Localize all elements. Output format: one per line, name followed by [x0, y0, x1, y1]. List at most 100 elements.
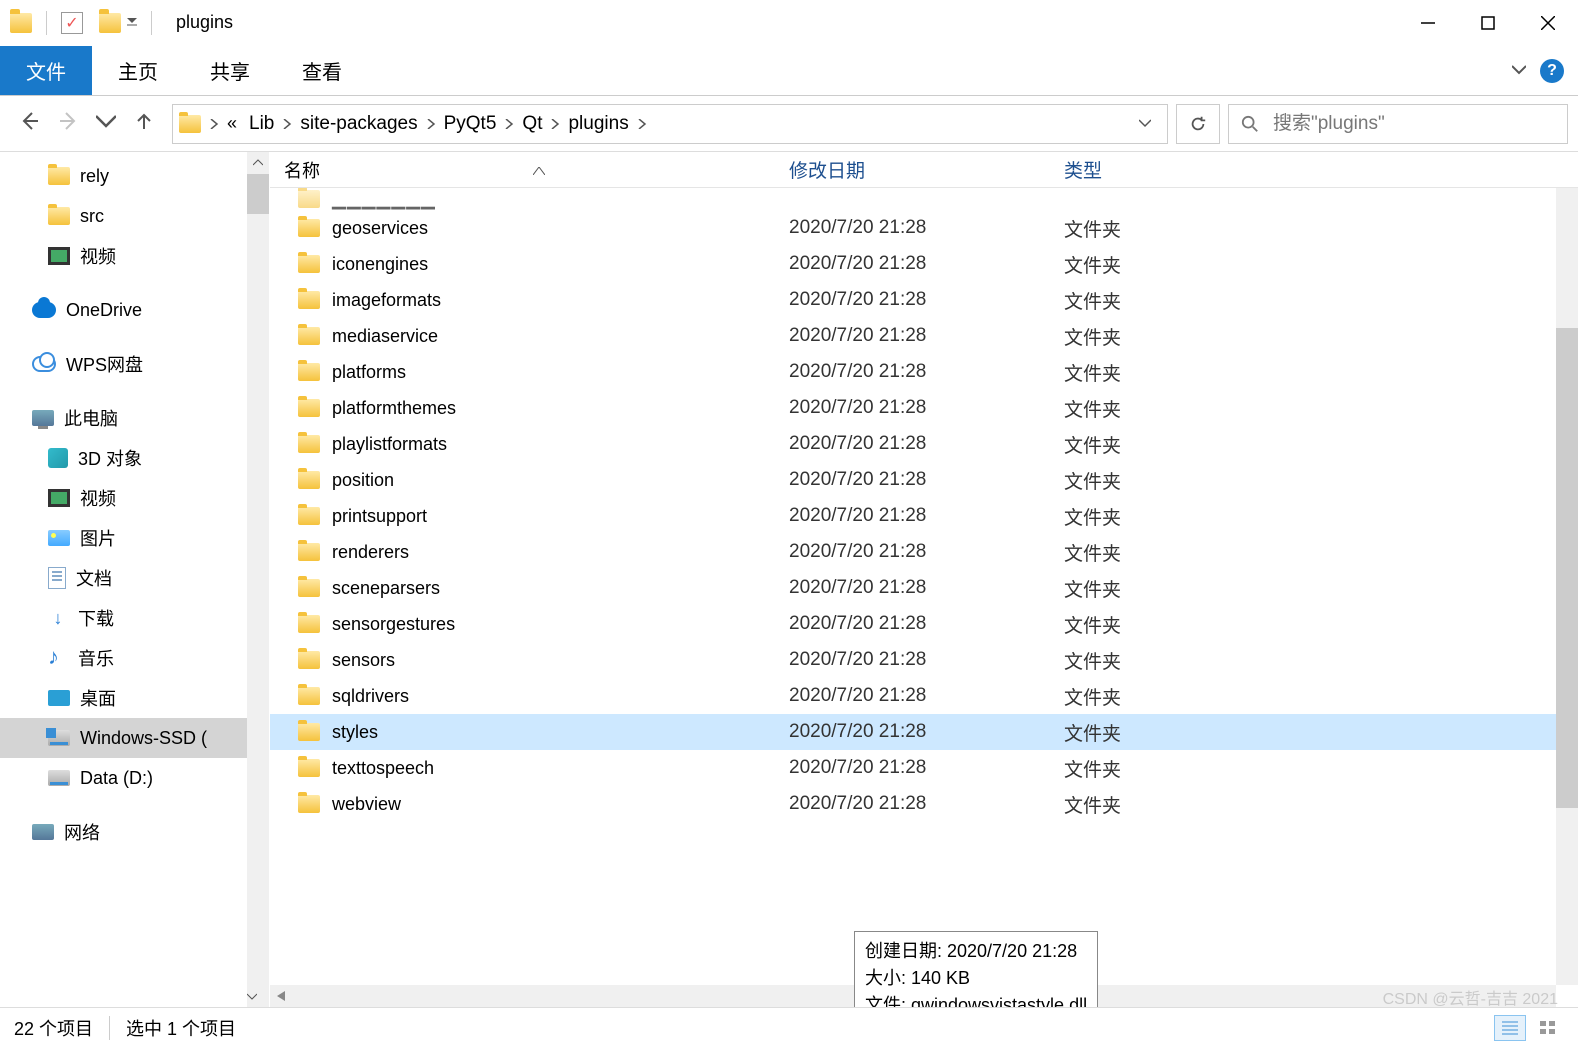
tree-item-label: 3D 对象 — [78, 445, 142, 471]
file-row[interactable]: geoservices2020/7/20 21:28文件夹 — [270, 210, 1578, 246]
chevron-right-icon[interactable] — [548, 113, 562, 133]
tree-item[interactable]: 图片 — [0, 518, 269, 558]
tree-item[interactable]: ♪音乐 — [0, 638, 269, 678]
chevron-right-icon[interactable] — [502, 113, 516, 133]
tree-item[interactable]: rely — [0, 156, 269, 196]
file-date: 2020/7/20 21:28 — [775, 217, 1050, 239]
folder-icon — [298, 651, 320, 669]
tree-item[interactable]: WPS网盘 — [0, 344, 269, 384]
breadcrumb-segment[interactable]: Qt — [516, 113, 548, 134]
file-row[interactable]: position2020/7/20 21:28文件夹 — [270, 462, 1578, 498]
file-date: 2020/7/20 21:28 — [775, 253, 1050, 275]
chevron-right-icon[interactable] — [635, 113, 649, 133]
tree-item[interactable]: 桌面 — [0, 678, 269, 718]
scroll-thumb[interactable] — [247, 174, 269, 214]
tree-item[interactable]: Data (D:) — [0, 758, 269, 798]
scroll-down-icon[interactable] — [247, 985, 257, 1007]
navigation-tree[interactable]: relysrc视频OneDriveWPS网盘此电脑3D 对象视频图片文档↓下载♪… — [0, 152, 270, 1007]
tooltip-size: 大小: 140 KB — [865, 965, 1087, 992]
forward-button[interactable] — [58, 111, 78, 136]
scroll-left-icon[interactable] — [270, 985, 292, 1007]
tree-item-label: 图片 — [80, 525, 116, 551]
tree-item-label: Windows-SSD ( — [80, 728, 207, 749]
tree-item[interactable]: src — [0, 196, 269, 236]
ribbon-expand-icon[interactable] — [1512, 60, 1526, 81]
file-row[interactable]: imageformats2020/7/20 21:28文件夹 — [270, 282, 1578, 318]
file-row[interactable]: sensors2020/7/20 21:28文件夹 — [270, 642, 1578, 678]
breadcrumb-segment[interactable]: site-packages — [294, 113, 423, 134]
minimize-button[interactable] — [1398, 0, 1458, 46]
file-row[interactable]: sqldrivers2020/7/20 21:28文件夹 — [270, 678, 1578, 714]
refresh-button[interactable] — [1176, 104, 1220, 144]
breadcrumb-overflow[interactable]: « — [223, 113, 241, 134]
folder-icon — [298, 579, 320, 597]
file-row[interactable]: platforms2020/7/20 21:28文件夹 — [270, 354, 1578, 390]
breadcrumb-segment[interactable]: Lib — [243, 113, 280, 134]
address-bar[interactable]: « Lib site-packages PyQt5 Qt plugins — [172, 104, 1168, 144]
file-name: sqldrivers — [332, 686, 409, 707]
breadcrumb-segment[interactable]: plugins — [562, 113, 634, 134]
tree-item[interactable]: 此电脑 — [0, 398, 269, 438]
file-row[interactable]: texttospeech2020/7/20 21:28文件夹 — [270, 750, 1578, 786]
file-row[interactable]: mediaservice2020/7/20 21:28文件夹 — [270, 318, 1578, 354]
file-date: 2020/7/20 21:28 — [775, 433, 1050, 455]
tree-item[interactable]: 文档 — [0, 558, 269, 598]
help-icon[interactable]: ? — [1540, 59, 1564, 83]
tree-scrollbar[interactable] — [247, 152, 269, 1007]
back-button[interactable] — [20, 111, 40, 136]
tree-item[interactable]: 视频 — [0, 478, 269, 518]
recent-dropdown-icon[interactable] — [96, 111, 116, 136]
file-list: 名称 修改日期 类型 ▁▁▁▁▁▁▁geoservices2020/7/20 2… — [270, 152, 1578, 1007]
tree-item[interactable]: ↓下载 — [0, 598, 269, 638]
file-type: 文件夹 — [1050, 719, 1300, 746]
window-title: plugins — [176, 12, 233, 33]
icons-view-button[interactable] — [1532, 1015, 1564, 1041]
new-folder-icon[interactable] — [99, 13, 121, 33]
file-row[interactable]: printsupport2020/7/20 21:28文件夹 — [270, 498, 1578, 534]
tab-file[interactable]: 文件 — [0, 46, 92, 95]
details-view-button[interactable] — [1494, 1015, 1526, 1041]
folder-icon — [298, 723, 320, 741]
file-row[interactable]: webview2020/7/20 21:28文件夹 — [270, 786, 1578, 822]
close-button[interactable] — [1518, 0, 1578, 46]
list-vscrollbar[interactable] — [1556, 188, 1578, 985]
tree-item[interactable]: Windows-SSD ( — [0, 718, 269, 758]
file-row[interactable]: iconengines2020/7/20 21:28文件夹 — [270, 246, 1578, 282]
file-type: 文件夹 — [1050, 431, 1300, 458]
tree-item[interactable]: OneDrive — [0, 290, 269, 330]
chevron-right-icon[interactable] — [207, 113, 221, 134]
maximize-button[interactable] — [1458, 0, 1518, 46]
search-input[interactable] — [1273, 113, 1555, 135]
tooltip: 创建日期: 2020/7/20 21:28 大小: 140 KB 文件: qwi… — [854, 931, 1098, 1007]
address-dropdown-icon[interactable] — [1129, 113, 1161, 134]
file-row[interactable]: styles2020/7/20 21:28文件夹 — [270, 714, 1578, 750]
tab-share[interactable]: 共享 — [184, 46, 276, 95]
scroll-thumb[interactable] — [1556, 328, 1578, 808]
app-folder-icon — [10, 13, 32, 33]
tree-item[interactable]: 3D 对象 — [0, 438, 269, 478]
column-type[interactable]: 类型 — [1050, 156, 1300, 183]
tree-item[interactable]: 视频 — [0, 236, 269, 276]
qat-dropdown-icon[interactable] — [127, 12, 137, 33]
tree-item[interactable]: 网络 — [0, 812, 269, 852]
properties-icon[interactable]: ✓ — [61, 12, 83, 34]
ribbon-tabs: 文件 主页 共享 查看 ? — [0, 46, 1578, 96]
chevron-right-icon[interactable] — [424, 113, 438, 133]
file-row[interactable]: platformthemes2020/7/20 21:28文件夹 — [270, 390, 1578, 426]
chevron-right-icon[interactable] — [280, 113, 294, 133]
tab-view[interactable]: 查看 — [276, 46, 368, 95]
up-button[interactable] — [134, 111, 154, 136]
file-row[interactable]: sceneparsers2020/7/20 21:28文件夹 — [270, 570, 1578, 606]
column-name[interactable]: 名称 — [270, 157, 775, 183]
scroll-up-icon[interactable] — [247, 152, 269, 174]
file-row[interactable]: playlistformats2020/7/20 21:28文件夹 — [270, 426, 1578, 462]
folder-icon — [298, 435, 320, 453]
breadcrumb-segment[interactable]: PyQt5 — [438, 113, 503, 134]
tooltip-files: 文件: qwindowsvistastyle.dll — [865, 992, 1087, 1007]
column-date[interactable]: 修改日期 — [775, 156, 1050, 183]
tab-home[interactable]: 主页 — [92, 46, 184, 95]
file-row[interactable]: sensorgestures2020/7/20 21:28文件夹 — [270, 606, 1578, 642]
search-box[interactable] — [1228, 104, 1568, 144]
titlebar: ✓ plugins — [0, 0, 1578, 46]
file-row[interactable]: renderers2020/7/20 21:28文件夹 — [270, 534, 1578, 570]
